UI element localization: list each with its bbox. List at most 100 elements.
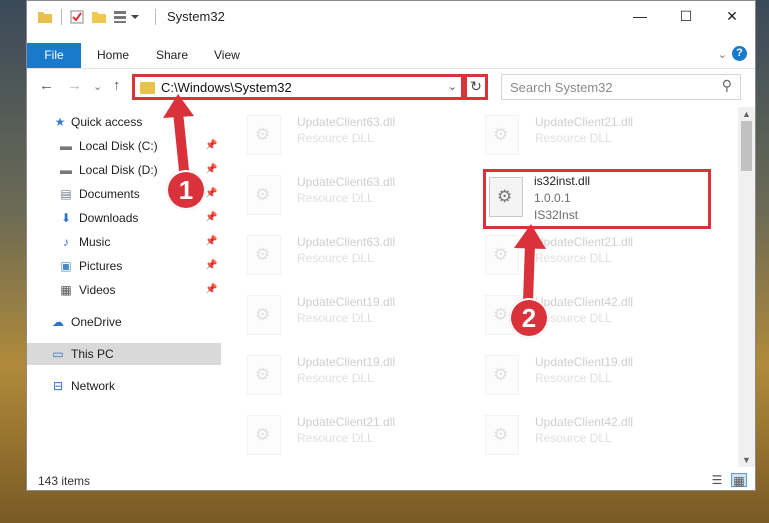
star-icon: ★ <box>54 115 66 129</box>
sidebar-item-label: Documents <box>79 187 140 201</box>
file-item[interactable]: ⚙ UpdateClient19.dll Resource DLL <box>485 349 715 397</box>
expand-ribbon-icon[interactable]: ⌄ <box>718 48 727 61</box>
dll-file-icon: ⚙ <box>485 415 519 455</box>
window-title: System32 <box>167 9 225 24</box>
address-bar[interactable]: C:\Windows\System32 ⌄ <box>132 74 464 100</box>
help-icon[interactable]: ? <box>732 46 747 61</box>
sidebar-item-label: Videos <box>79 283 116 297</box>
sidebar-item-label: Pictures <box>79 259 123 273</box>
forward-arrow-icon[interactable]: → <box>67 77 82 94</box>
file-name: UpdateClient19.dll <box>297 355 396 369</box>
sidebar-item-this-pc[interactable]: ▭ This PC <box>27 343 221 365</box>
file-item-is32inst[interactable]: ⚙ is32inst.dll 1.0.0.1 IS32Inst <box>483 169 711 229</box>
tiles-view-icon[interactable]: ▦ <box>731 473 747 488</box>
pin-icon[interactable]: 📌 <box>205 231 217 253</box>
file-type: Resource DLL <box>297 431 374 445</box>
tab-home[interactable]: Home <box>97 43 129 68</box>
file-type: Resource DLL <box>535 431 612 445</box>
dll-file-icon: ⚙ <box>247 415 281 455</box>
file-name: UpdateClient63.dll <box>297 115 396 129</box>
dll-file-icon: ⚙ <box>247 295 281 335</box>
annotation-badge-2: 2 <box>509 298 549 338</box>
sidebar-item-local-disk-c[interactable]: ▬ Local Disk (C:) 📌 <box>27 135 221 157</box>
navigation-bar: ← → ⌄ ↑ C:\Windows\System32 ⌄ ↻ Search S… <box>27 71 755 105</box>
file-item[interactable]: ⚙ UpdateClient42.dll Resource DLL <box>485 409 715 457</box>
dll-file-icon: ⚙ <box>247 235 281 275</box>
refresh-button[interactable]: ↻ <box>464 74 488 100</box>
pin-icon[interactable]: 📌 <box>205 279 217 301</box>
minimize-button[interactable]: — <box>617 1 663 33</box>
scroll-down-icon[interactable]: ▼ <box>742 455 751 465</box>
documents-icon: ▤ <box>60 187 72 201</box>
sidebar-item-label: Local Disk (D:) <box>79 163 158 177</box>
pin-icon[interactable]: 📌 <box>205 183 217 205</box>
qat-separator <box>155 9 156 25</box>
sidebar-item-label: Quick access <box>71 115 143 129</box>
computer-icon: ▭ <box>52 347 64 361</box>
details-view-icon[interactable]: ☰ <box>709 473 725 487</box>
scroll-up-icon[interactable]: ▲ <box>742 109 751 119</box>
pin-icon[interactable]: 📌 <box>205 207 217 229</box>
file-item[interactable]: ⚙ UpdateClient63.dll Resource DLL <box>247 169 477 217</box>
sidebar-item-pictures[interactable]: ▣ Pictures 📌 <box>27 255 221 277</box>
drive-icon: ▬ <box>60 163 72 177</box>
file-item[interactable]: ⚙ UpdateClient63.dll Resource DLL <box>247 229 477 277</box>
sidebar-item-label: OneDrive <box>71 315 122 329</box>
properties-icon[interactable] <box>69 9 85 25</box>
maximize-button[interactable]: ☐ <box>663 1 709 33</box>
address-path[interactable]: C:\Windows\System32 <box>161 80 292 95</box>
file-type: Resource DLL <box>535 371 612 385</box>
annotation-badge-1: 1 <box>166 170 206 210</box>
file-explorer-window: System32 — ☐ ✕ File Home Share View ⌄ ? … <box>26 0 756 491</box>
file-name: UpdateClient21.dll <box>535 115 634 129</box>
pin-icon[interactable]: 📌 <box>205 255 217 277</box>
file-item[interactable]: ⚙ UpdateClient19.dll Resource DLL <box>247 349 477 397</box>
sidebar-item-quick-access[interactable]: ★ Quick access <box>27 111 221 133</box>
sidebar-item-label: Music <box>79 235 111 249</box>
new-folder-icon[interactable] <box>91 9 107 25</box>
videos-icon: ▦ <box>60 283 72 297</box>
ribbon-tabs: File Home Share View ⌄ ? <box>27 41 755 69</box>
search-icon[interactable]: ⚲ <box>722 77 732 94</box>
sidebar-item-network[interactable]: ⊟ Network <box>27 375 221 397</box>
tab-view[interactable]: View <box>214 43 240 68</box>
chevron-down-icon[interactable]: ⌄ <box>448 80 457 93</box>
tab-share[interactable]: Share <box>156 43 188 68</box>
navigation-pane: ★ Quick access ▬ Local Disk (C:) 📌 ▬ Loc… <box>27 107 221 467</box>
sidebar-item-music[interactable]: ♪ Music 📌 <box>27 231 221 253</box>
dll-file-icon: ⚙ <box>489 177 523 217</box>
file-item[interactable]: ⚙ UpdateClient19.dll Resource DLL <box>247 289 477 337</box>
sidebar-item-onedrive[interactable]: ☁ OneDrive <box>27 311 221 333</box>
customize-qat-icon[interactable] <box>113 9 141 25</box>
pin-icon[interactable]: 📌 <box>205 159 217 181</box>
sidebar-item-downloads[interactable]: ⬇ Downloads 📌 <box>27 207 221 229</box>
sidebar-item-label: Local Disk (C:) <box>79 139 158 153</box>
file-name: UpdateClient63.dll <box>297 235 396 249</box>
file-name: UpdateClient42.dll <box>535 295 634 309</box>
sidebar-item-label: This PC <box>71 347 114 361</box>
pin-icon[interactable]: 📌 <box>205 135 217 157</box>
search-input[interactable]: Search System32 ⚲ <box>501 74 741 100</box>
qat-separator <box>61 9 62 25</box>
file-name: UpdateClient21.dll <box>535 235 634 249</box>
tab-file[interactable]: File <box>27 43 81 68</box>
file-type: Resource DLL <box>535 251 612 265</box>
sidebar-item-videos[interactable]: ▦ Videos 📌 <box>27 279 221 301</box>
file-type: Resource DLL <box>297 371 374 385</box>
dll-file-icon: ⚙ <box>485 355 519 395</box>
file-type: Resource DLL <box>297 131 374 145</box>
up-arrow-icon[interactable]: ↑ <box>113 77 121 94</box>
back-arrow-icon[interactable]: ← <box>39 77 54 94</box>
recent-locations-icon[interactable]: ⌄ <box>93 80 102 93</box>
file-item[interactable]: ⚙ UpdateClient21.dll Resource DLL <box>485 109 715 157</box>
file-version: 1.0.0.1 <box>534 191 571 205</box>
file-item[interactable]: ⚙ UpdateClient21.dll Resource DLL <box>247 409 477 457</box>
scrollbar-thumb[interactable] <box>741 121 752 171</box>
file-name: UpdateClient21.dll <box>297 415 396 429</box>
sidebar-item-label: Downloads <box>79 211 139 225</box>
file-item[interactable]: ⚙ UpdateClient63.dll Resource DLL <box>247 109 477 157</box>
close-button[interactable]: ✕ <box>709 1 755 33</box>
vertical-scrollbar[interactable]: ▲ ▼ <box>738 107 755 467</box>
file-item[interactable]: ⚙ UpdateClient21.dll Resource DLL <box>485 229 715 277</box>
file-description: IS32Inst <box>534 208 579 222</box>
